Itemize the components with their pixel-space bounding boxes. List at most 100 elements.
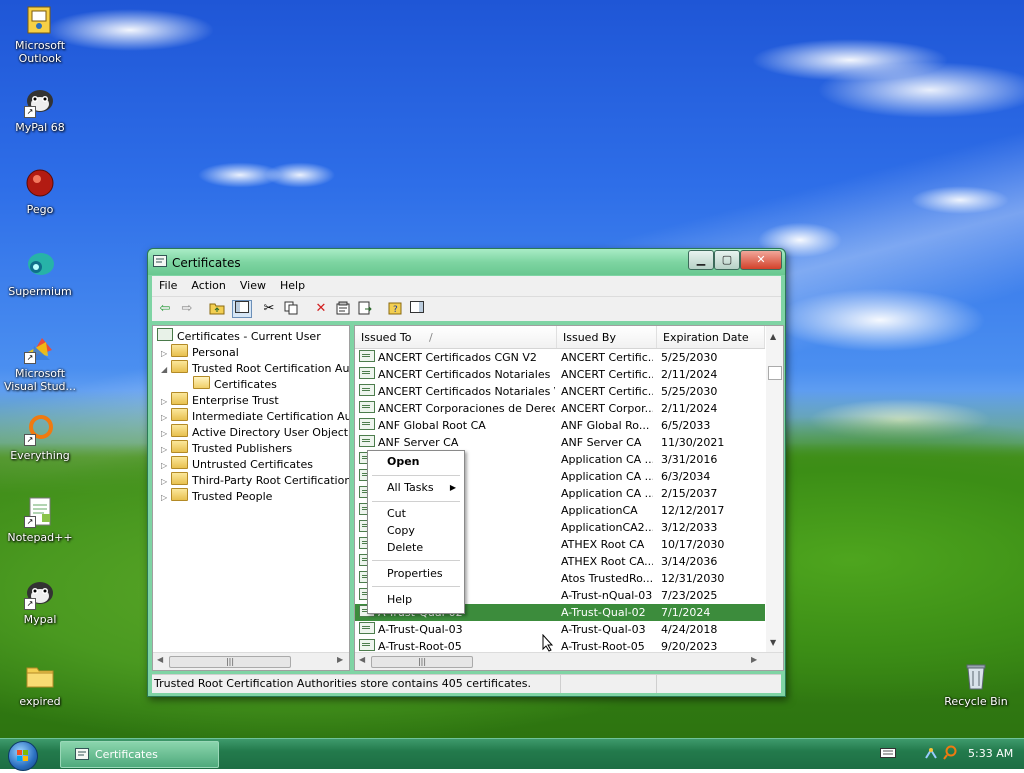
desktop-icon-supermium[interactable]: Supermium: [0, 250, 80, 298]
table-row[interactable]: ANCERT Certificados Notariales V2 ANCERT …: [355, 383, 765, 400]
menu-view[interactable]: View: [233, 276, 273, 292]
table-row[interactable]: A-Trust-Qual-03 A-Trust-Qual-03 4/24/2018: [355, 621, 765, 638]
collapse-arrow-icon[interactable]: ◢: [161, 362, 171, 378]
menu-item-help[interactable]: Help: [368, 591, 464, 609]
scroll-down-icon[interactable]: ▼: [770, 638, 776, 647]
cell-expiration-date: 12/31/2030: [661, 572, 725, 585]
tree-horizontal-scrollbar[interactable]: ◀ ||| ▶: [153, 652, 349, 670]
list-horizontal-scrollbar[interactable]: ◀ ||| ▶: [355, 652, 783, 670]
column-expiration-date[interactable]: Expiration Date: [657, 326, 765, 348]
show-hide-tree-icon[interactable]: [232, 300, 252, 318]
table-row[interactable]: ANF Server CA ANF Server CA 11/30/2021: [355, 434, 765, 451]
minimize-button[interactable]: ▁: [688, 250, 714, 270]
menu-action[interactable]: Action: [184, 276, 232, 292]
cell-expiration-date: 7/1/2024: [661, 606, 711, 619]
copy-icon[interactable]: [282, 301, 300, 317]
scroll-up-icon[interactable]: ▲: [770, 332, 776, 341]
list-scroll-thumb[interactable]: [768, 366, 782, 380]
maximize-button[interactable]: ▢: [714, 250, 740, 270]
menu-help[interactable]: Help: [273, 276, 312, 292]
tree-root[interactable]: Certificates - Current User: [157, 328, 321, 344]
tree-item-trusted-publishers[interactable]: ▷ Trusted Publishers: [161, 440, 292, 456]
desktop-icon-visual-studio[interactable]: ↗ Microsoft Visual Stud...: [0, 332, 80, 393]
cell-issued-by: ANCERT Certific...: [561, 368, 653, 381]
window-titlebar[interactable]: Certificates ▁ ▢ ✕: [148, 249, 785, 275]
up-folder-icon[interactable]: [208, 301, 226, 317]
tree-item-third-party-root[interactable]: ▷ Third-Party Root Certification: [161, 472, 349, 488]
cell-issued-by: Application CA ...: [561, 487, 653, 500]
start-button[interactable]: [8, 741, 38, 771]
scroll-left-icon[interactable]: ◀: [157, 655, 163, 664]
help-icon[interactable]: ?: [386, 301, 404, 317]
delete-icon[interactable]: ✕: [312, 301, 330, 317]
certificate-icon: [359, 622, 375, 634]
properties-icon[interactable]: [334, 301, 352, 317]
tree-scroll-thumb[interactable]: |||: [169, 656, 291, 668]
scroll-right-icon[interactable]: ▶: [337, 655, 343, 664]
menu-item-cut[interactable]: Cut: [368, 505, 464, 523]
cell-issued-by: ANCERT Corpor...: [561, 402, 653, 415]
tree-item-active-directory[interactable]: ▷ Active Directory User Object: [161, 424, 348, 440]
menu-item-copy[interactable]: Copy: [368, 522, 464, 540]
tree-item-personal[interactable]: ▷ Personal: [161, 344, 239, 360]
table-row[interactable]: ANCERT Corporaciones de Derec... ANCERT C…: [355, 400, 765, 417]
folder-icon: [171, 360, 188, 373]
desktop-icon-mypal-68[interactable]: ↗ MyPal 68: [0, 86, 80, 134]
tree-item-certificates[interactable]: Certificates: [193, 376, 277, 392]
network-icon[interactable]: [924, 746, 938, 763]
back-icon[interactable]: ⇦: [156, 301, 174, 317]
supermium-icon: [24, 250, 56, 282]
scroll-left-icon[interactable]: ◀: [359, 655, 365, 664]
menu-file[interactable]: File: [152, 276, 184, 292]
tree-item-intermediate[interactable]: ▷ Intermediate Certification Aut: [161, 408, 349, 424]
tree-item-trusted-people[interactable]: ▷ Trusted People: [161, 488, 272, 504]
cell-expiration-date: 12/12/2017: [661, 504, 725, 517]
desktop-icon-mypal[interactable]: ↗ Mypal: [0, 578, 80, 626]
export-list-icon[interactable]: [356, 301, 374, 317]
desktop-icon-recycle-bin[interactable]: Recycle Bin: [936, 660, 1016, 708]
tree-item-enterprise-trust[interactable]: ▷ Enterprise Trust: [161, 392, 279, 408]
desktop-icon-everything[interactable]: ↗ Everything: [0, 414, 80, 462]
scroll-right-icon[interactable]: ▶: [751, 655, 757, 664]
desktop-icon-pego[interactable]: Pego: [0, 168, 80, 216]
cell-issued-to: A-Trust-Qual-03: [359, 621, 555, 638]
desktop-icon-notepad-plus-plus[interactable]: ↗ Notepad++: [0, 496, 80, 544]
folder-icon: [171, 440, 188, 453]
clock[interactable]: 5:33 AM: [968, 747, 1013, 760]
cell-expiration-date: 3/12/2033: [661, 521, 718, 534]
show-hide-action-pane-icon[interactable]: [408, 301, 426, 317]
table-row[interactable]: ANCERT Certificados Notariales ANCERT Cer…: [355, 366, 765, 383]
cell-expiration-date: 7/23/2025: [661, 589, 718, 602]
forward-icon[interactable]: ⇨: [178, 301, 196, 317]
certificate-icon: [359, 367, 375, 379]
table-row[interactable]: ANF Global Root CA ANF Global Ro... 6/5/20…: [355, 417, 765, 434]
expand-arrow-icon[interactable]: ▷: [161, 490, 171, 506]
cell-expiration-date: 2/15/2037: [661, 487, 718, 500]
certificate-icon: [359, 350, 375, 362]
desktop-icon-expired[interactable]: expired: [0, 660, 80, 708]
mypal-icon: ↗: [24, 86, 56, 118]
console-tree[interactable]: Certificates - Current User ▷ Personal ◢ T…: [152, 325, 350, 671]
certificate-icon: [359, 384, 375, 396]
menu-item-properties[interactable]: Properties: [368, 565, 464, 583]
certificate-icon: [359, 435, 375, 447]
column-issued-by[interactable]: Issued By: [557, 326, 657, 348]
tree-item-untrusted[interactable]: ▷ Untrusted Certificates: [161, 456, 313, 472]
recycle-bin-icon: [960, 660, 992, 692]
menu-item-delete[interactable]: Delete: [368, 539, 464, 557]
table-row[interactable]: ANCERT Certificados CGN V2 ANCERT Certifi…: [355, 349, 765, 366]
sort-indicator-icon: /: [429, 331, 433, 344]
tree-item-trusted-root[interactable]: ◢ Trusted Root Certification Aut: [161, 360, 349, 378]
column-issued-to[interactable]: Issued To /: [355, 326, 557, 348]
taskbar-button-certificates[interactable]: Certificates: [60, 741, 219, 768]
folder-icon: [171, 408, 188, 421]
menu-item-open[interactable]: Open: [368, 453, 464, 471]
search-icon[interactable]: [942, 745, 958, 764]
cut-icon[interactable]: ✂: [260, 301, 278, 317]
close-button[interactable]: ✕: [740, 250, 782, 270]
keyboard-icon[interactable]: [880, 748, 896, 761]
list-vertical-scrollbar[interactable]: ▲ ▼: [766, 326, 783, 653]
desktop-icon-outlook[interactable]: Microsoft Outlook: [0, 4, 80, 65]
menu-item-all-tasks[interactable]: All Tasks ▶: [368, 479, 464, 497]
list-hscroll-thumb[interactable]: |||: [371, 656, 473, 668]
